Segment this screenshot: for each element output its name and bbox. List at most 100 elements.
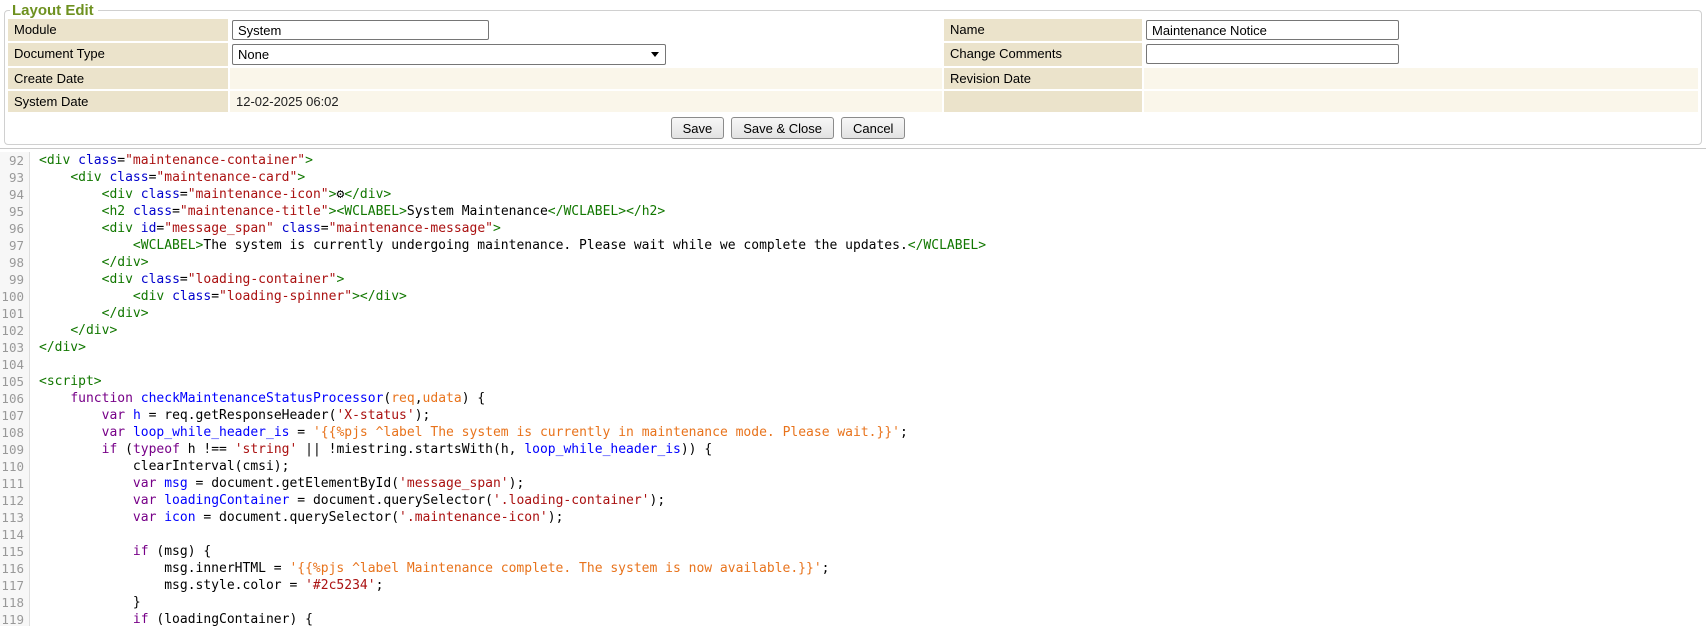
line-number: 115 bbox=[0, 543, 30, 560]
code-text: var icon = document.querySelector('.main… bbox=[30, 509, 563, 526]
code-text: var msg = document.getElementById('messa… bbox=[30, 475, 524, 492]
code-line[interactable]: 115 if (msg) { bbox=[0, 543, 1706, 560]
code-text: <h2 class="maintenance-title"><WCLABEL>S… bbox=[30, 203, 665, 220]
code-line[interactable]: 104 bbox=[0, 356, 1706, 373]
line-number: 108 bbox=[0, 424, 30, 441]
module-label: Module bbox=[8, 19, 228, 41]
code-text: <div class="maintenance-container"> bbox=[30, 152, 313, 169]
create-date-value bbox=[230, 68, 942, 89]
code-line[interactable]: 105<script> bbox=[0, 373, 1706, 390]
code-text: </div> bbox=[30, 254, 149, 271]
line-number: 94 bbox=[0, 186, 30, 203]
document-type-selected-option: None bbox=[238, 47, 269, 62]
code-line[interactable]: 118 } bbox=[0, 594, 1706, 611]
code-text: <div class="loading-container"> bbox=[30, 271, 344, 288]
line-number: 117 bbox=[0, 577, 30, 594]
line-number: 111 bbox=[0, 475, 30, 492]
code-line[interactable]: 102 </div> bbox=[0, 322, 1706, 339]
code-text: <div class="maintenance-card"> bbox=[30, 169, 305, 186]
name-input[interactable] bbox=[1146, 20, 1399, 40]
module-input[interactable] bbox=[232, 20, 489, 40]
code-line[interactable]: 93 <div class="maintenance-card"> bbox=[0, 169, 1706, 186]
module-value-cell bbox=[230, 19, 942, 41]
system-date-value: 12-02-2025 06:02 bbox=[230, 91, 942, 112]
code-line[interactable]: 107 var h = req.getResponseHeader('X-sta… bbox=[0, 407, 1706, 424]
empty-value-cell bbox=[1144, 91, 1698, 112]
change-comments-input[interactable] bbox=[1146, 44, 1399, 64]
code-line[interactable]: 95 <h2 class="maintenance-title"><WCLABE… bbox=[0, 203, 1706, 220]
code-lines: 92<div class="maintenance-container">93 … bbox=[0, 152, 1706, 626]
create-date-label: Create Date bbox=[8, 68, 228, 89]
code-line[interactable]: 98 </div> bbox=[0, 254, 1706, 271]
document-type-label: Document Type bbox=[8, 43, 228, 66]
code-text: if (typeof h !== 'string' || !miestring.… bbox=[30, 441, 712, 458]
code-line[interactable]: 113 var icon = document.querySelector('.… bbox=[0, 509, 1706, 526]
line-number: 105 bbox=[0, 373, 30, 390]
line-number: 106 bbox=[0, 390, 30, 407]
button-row: Save Save & Close Cancel bbox=[8, 117, 1568, 139]
save-and-close-button[interactable]: Save & Close bbox=[731, 117, 834, 139]
code-text: <WCLABEL>The system is currently undergo… bbox=[30, 237, 986, 254]
code-text: if (msg) { bbox=[30, 543, 211, 560]
change-comments-label: Change Comments bbox=[944, 43, 1142, 66]
code-line[interactable]: 96 <div id="message_span" class="mainten… bbox=[0, 220, 1706, 237]
code-text: </div> bbox=[30, 322, 117, 339]
code-text bbox=[30, 526, 39, 543]
revision-date-value bbox=[1144, 68, 1698, 89]
code-text: <div class="maintenance-icon">⚙</div> bbox=[30, 186, 391, 203]
document-type-value-cell: None bbox=[230, 43, 942, 66]
line-number: 103 bbox=[0, 339, 30, 356]
code-text: var loadingContainer = document.querySel… bbox=[30, 492, 665, 509]
code-text: <div class="loading-spinner"></div> bbox=[30, 288, 407, 305]
code-line[interactable]: 101 </div> bbox=[0, 305, 1706, 322]
line-number: 102 bbox=[0, 322, 30, 339]
code-text: function checkMaintenanceStatusProcessor… bbox=[30, 390, 485, 407]
document-type-select[interactable]: None bbox=[232, 44, 666, 65]
line-number: 109 bbox=[0, 441, 30, 458]
cancel-button[interactable]: Cancel bbox=[841, 117, 905, 139]
code-line[interactable]: 108 var loop_while_header_is = '{{%pjs ^… bbox=[0, 424, 1706, 441]
line-number: 93 bbox=[0, 169, 30, 186]
code-line[interactable]: 110 clearInterval(cmsi); bbox=[0, 458, 1706, 475]
line-number: 96 bbox=[0, 220, 30, 237]
layout-edit-fieldset: Layout Edit Module Name Document Type No… bbox=[4, 2, 1702, 145]
code-text: clearInterval(cmsi); bbox=[30, 458, 289, 475]
code-text: } bbox=[30, 594, 141, 611]
code-line[interactable]: 100 <div class="loading-spinner"></div> bbox=[0, 288, 1706, 305]
line-number: 98 bbox=[0, 254, 30, 271]
empty-label-cell bbox=[944, 91, 1142, 112]
code-text: <script> bbox=[30, 373, 102, 390]
code-text: <div id="message_span" class="maintenanc… bbox=[30, 220, 501, 237]
code-line[interactable]: 116 msg.innerHTML = '{{%pjs ^label Maint… bbox=[0, 560, 1706, 577]
code-text: var loop_while_header_is = '{{%pjs ^labe… bbox=[30, 424, 908, 441]
code-editor[interactable]: 92<div class="maintenance-container">93 … bbox=[0, 148, 1706, 626]
line-number: 114 bbox=[0, 526, 30, 543]
line-number: 95 bbox=[0, 203, 30, 220]
chevron-down-icon bbox=[651, 52, 659, 57]
line-number: 99 bbox=[0, 271, 30, 288]
change-comments-value-cell bbox=[1144, 43, 1698, 66]
code-line[interactable]: 117 msg.style.color = '#2c5234'; bbox=[0, 577, 1706, 594]
line-number: 107 bbox=[0, 407, 30, 424]
line-number: 110 bbox=[0, 458, 30, 475]
line-number: 97 bbox=[0, 237, 30, 254]
code-line[interactable]: 114 bbox=[0, 526, 1706, 543]
save-button[interactable]: Save bbox=[671, 117, 725, 139]
code-line[interactable]: 97 <WCLABEL>The system is currently unde… bbox=[0, 237, 1706, 254]
code-line[interactable]: 99 <div class="loading-container"> bbox=[0, 271, 1706, 288]
code-text: var h = req.getResponseHeader('X-status'… bbox=[30, 407, 430, 424]
code-text: </div> bbox=[30, 339, 86, 356]
line-number: 101 bbox=[0, 305, 30, 322]
code-line[interactable]: 92<div class="maintenance-container"> bbox=[0, 152, 1706, 169]
code-line[interactable]: 103</div> bbox=[0, 339, 1706, 356]
line-number: 113 bbox=[0, 509, 30, 526]
code-line[interactable]: 109 if (typeof h !== 'string' || !miestr… bbox=[0, 441, 1706, 458]
page-title: Layout Edit bbox=[10, 2, 98, 19]
code-line[interactable]: 106 function checkMaintenanceStatusProce… bbox=[0, 390, 1706, 407]
code-line[interactable]: 112 var loadingContainer = document.quer… bbox=[0, 492, 1706, 509]
code-text: msg.innerHTML = '{{%pjs ^label Maintenan… bbox=[30, 560, 830, 577]
code-line[interactable]: 111 var msg = document.getElementById('m… bbox=[0, 475, 1706, 492]
code-text: </div> bbox=[30, 305, 149, 322]
code-line[interactable]: 94 <div class="maintenance-icon">⚙</div> bbox=[0, 186, 1706, 203]
system-date-label: System Date bbox=[8, 91, 228, 112]
